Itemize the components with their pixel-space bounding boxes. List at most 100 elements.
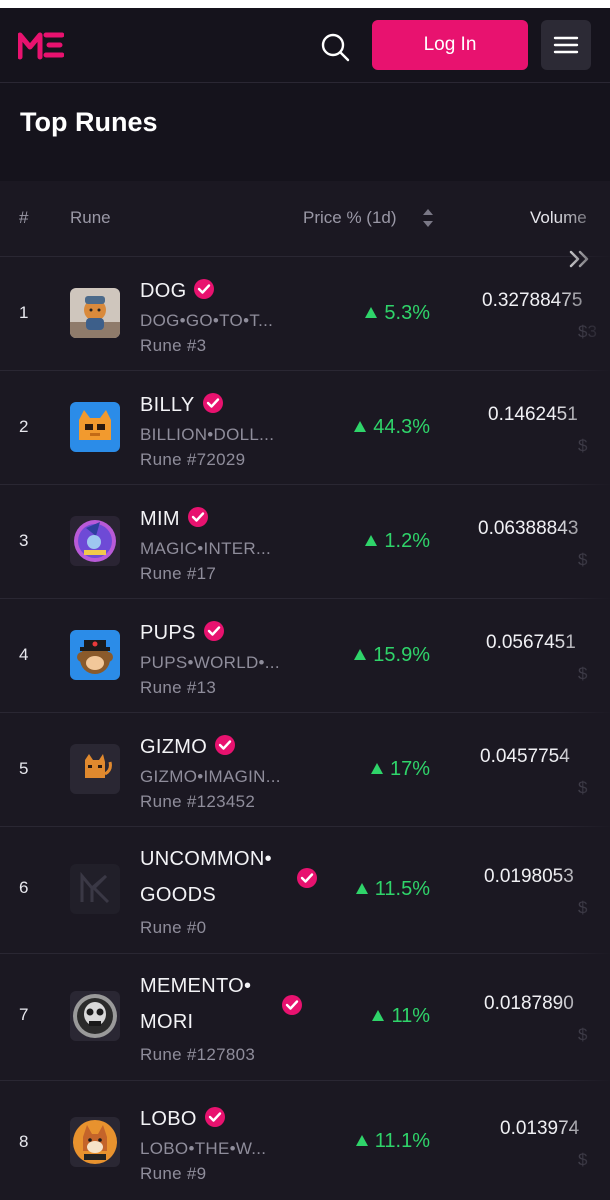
row-rank: 3: [19, 531, 29, 550]
row-rank: 1: [19, 303, 29, 322]
price-change: 44.3%: [354, 416, 430, 439]
rune-number: Rune #3: [140, 336, 207, 355]
col-rune: Rune: [70, 208, 111, 227]
rune-number: Rune #0: [140, 918, 207, 937]
verified-badge-icon: [282, 995, 302, 1015]
up-triangle-icon: [370, 763, 383, 774]
table-row[interactable]: 8 LOBO LOBO•THE•W... Rune #9 11.1% 0.013…: [0, 1080, 610, 1194]
up-triangle-icon: [365, 535, 378, 546]
rune-number: Rune #13: [140, 678, 217, 697]
hamburger-menu-icon: [553, 36, 579, 54]
rune-name: DOG: [140, 278, 215, 303]
table-row[interactable]: 6 UNCOMMON• GOODS Rune #0 11.5% 0.019805…: [0, 826, 610, 954]
price-change-value: 1.2%: [384, 530, 430, 552]
price-change-value: 5.3%: [384, 302, 430, 324]
volume-usd: $: [578, 778, 588, 797]
price-change-value: 17%: [389, 758, 430, 780]
up-triangle-icon: [354, 421, 367, 432]
rune-symbol: PUPS•WORLD•...: [140, 653, 280, 672]
verified-badge-icon: [187, 507, 208, 527]
rune-avatar-billy: [70, 402, 120, 452]
volume-usd: $: [578, 664, 588, 683]
col-price-change[interactable]: Price % (1d): [303, 208, 397, 228]
rune-name-line-1: UNCOMMON•: [140, 848, 272, 870]
verified-badge-icon: [202, 393, 223, 413]
rune-name-text: GIZMO: [140, 736, 208, 758]
volume-usd: $: [578, 1025, 588, 1044]
login-button[interactable]: Log In: [372, 20, 528, 70]
col-volume[interactable]: Volume: [530, 208, 587, 228]
up-triangle-icon: [354, 649, 367, 660]
verified-badge-icon: [297, 868, 317, 888]
price-change-value: 11.5%: [374, 878, 430, 900]
price-change-value: 11.1%: [374, 1130, 430, 1152]
row-rank: 5: [19, 759, 29, 778]
table-row[interactable]: 5 GIZMO GIZMO•IMAGIN... Rune #123452 17%…: [0, 712, 610, 827]
top-nav: Log In: [0, 8, 610, 83]
table-row[interactable]: 7 MEMENTO• MORI Rune #127803 11% 0.01878…: [0, 953, 610, 1081]
price-change-value: 11%: [391, 1005, 430, 1027]
up-triangle-icon: [365, 307, 378, 318]
sort-icon[interactable]: [421, 206, 435, 230]
verified-badge-icon: [215, 735, 236, 755]
rune-name-line-2: GOODS: [140, 884, 216, 906]
volume-btc: 0.013974: [500, 1118, 580, 1139]
verified-badge-icon: [194, 279, 215, 299]
rune-avatar-pups: [70, 630, 120, 680]
search-icon[interactable]: [318, 30, 352, 64]
price-change: 15.9%: [354, 644, 430, 667]
price-change: 11%: [372, 1005, 430, 1028]
volume-btc: 0.06388843: [478, 518, 579, 539]
table-row[interactable]: 2 BILLY BILLION•DOLL... Rune #72029 44.3…: [0, 370, 610, 485]
rune-name-line-2: MORI: [140, 1011, 194, 1033]
magic-eden-logo-icon[interactable]: [18, 30, 64, 60]
price-change-value: 44.3%: [373, 416, 430, 438]
volume-btc: 0.1462451: [488, 404, 578, 425]
price-change: 11.5%: [355, 878, 430, 901]
rune-avatar-memento-mori: [70, 991, 120, 1041]
menu-button[interactable]: [541, 20, 591, 70]
table-row[interactable]: 1 DOG DOG•GO•TO•T... Rune #3 5.3% 0.3278…: [0, 256, 610, 371]
volume-btc: 0.0567451: [486, 632, 576, 653]
rune-avatar-uncommon-goods: [70, 864, 120, 914]
rune-symbol: GIZMO•IMAGIN...: [140, 767, 281, 786]
rune-name-text: LOBO: [140, 1108, 197, 1130]
row-rank: 6: [19, 878, 29, 897]
table-row[interactable]: 3 MIM MAGIC•INTER... Rune #17 1.2% 0.063…: [0, 484, 610, 599]
rune-name-line-1: MEMENTO•: [140, 975, 252, 997]
price-change: 17%: [370, 758, 430, 781]
volume-btc: 0.0198053: [484, 866, 574, 887]
rune-name: MIM: [140, 506, 209, 531]
price-change: 1.2%: [365, 530, 430, 553]
table-header: # Rune Price % (1d) Volume: [0, 181, 610, 268]
price-change-value: 15.9%: [373, 644, 430, 666]
row-rank: 7: [19, 1005, 29, 1024]
rune-name-text: DOG: [140, 280, 187, 302]
row-rank: 2: [19, 417, 29, 436]
volume-usd: $: [578, 436, 588, 455]
table-row[interactable]: 4 PUPS PUPS•WORLD•... Rune #13 15.9% 0.0…: [0, 598, 610, 713]
rune-number: Rune #127803: [140, 1045, 256, 1064]
rune-symbol: DOG•GO•TO•T...: [140, 311, 274, 330]
rune-avatar-mim: [70, 516, 120, 566]
up-triangle-icon: [372, 1010, 385, 1021]
rune-name: GIZMO: [140, 734, 236, 759]
rune-symbol: LOBO•THE•W...: [140, 1139, 267, 1158]
row-rank: 8: [19, 1132, 29, 1151]
rune-name-text: PUPS: [140, 622, 196, 644]
rune-number: Rune #9: [140, 1164, 207, 1183]
title-area: Top Runes: [0, 83, 610, 181]
rune-number: Rune #123452: [140, 792, 256, 811]
volume-btc: 0.32788475: [482, 290, 583, 311]
rune-symbol: MAGIC•INTER...: [140, 539, 272, 558]
rune-name: BILLY: [140, 392, 224, 417]
runes-table: # Rune Price % (1d) Volume 1 DOG DOG•GO•…: [0, 181, 610, 1200]
price-change: 5.3%: [365, 302, 430, 325]
rune-name: LOBO: [140, 1106, 226, 1131]
volume-usd: $3: [578, 322, 597, 341]
rune-name: PUPS: [140, 620, 225, 645]
volume-usd: $: [578, 550, 588, 569]
row-rank: 4: [19, 645, 29, 664]
col-rank: #: [19, 208, 29, 227]
volume-usd: $: [578, 1150, 588, 1169]
